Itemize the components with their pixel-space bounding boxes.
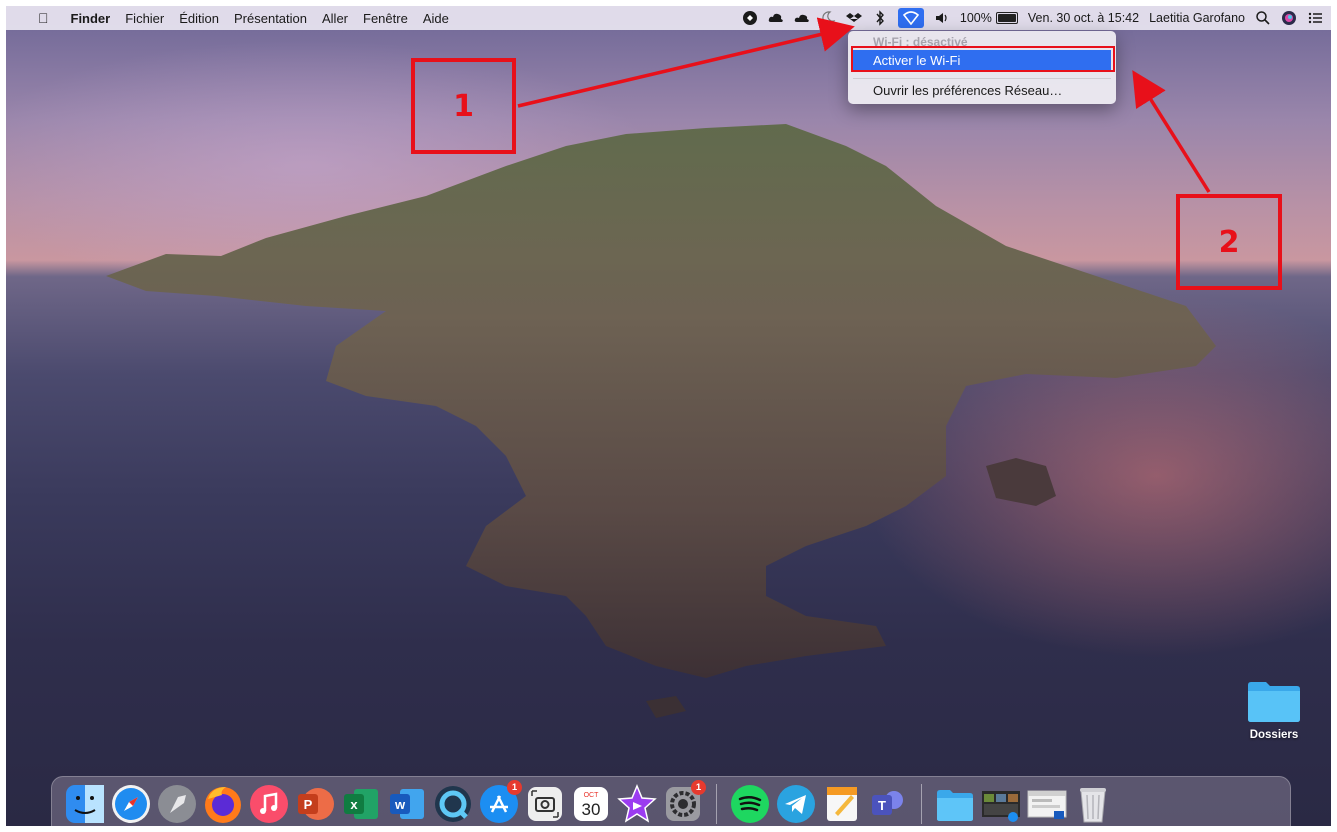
annotation-arrow-2	[1132, 70, 1211, 193]
svg-text:P: P	[304, 797, 313, 812]
downloads-folder-icon[interactable]	[934, 783, 976, 825]
word-icon[interactable]: w	[386, 783, 428, 825]
quicktime-icon[interactable]	[432, 783, 474, 825]
calendar-icon[interactable]: OCT 30	[570, 783, 612, 825]
calendar-day: 30	[582, 800, 601, 819]
safari-icon[interactable]	[110, 783, 152, 825]
system-preferences-badge: 1	[691, 780, 706, 795]
pages-icon[interactable]	[821, 783, 863, 825]
dock-separator-2	[921, 784, 922, 824]
music-icon[interactable]	[248, 783, 290, 825]
appstore-icon[interactable]: 1	[478, 780, 522, 825]
telegram-icon[interactable]	[775, 783, 817, 825]
folder-icon	[1248, 682, 1300, 722]
svg-text:w: w	[394, 797, 406, 812]
trash-icon[interactable]	[1072, 783, 1114, 825]
finder-icon[interactable]	[64, 783, 106, 825]
system-preferences-icon[interactable]: 1	[662, 780, 706, 825]
dock-separator	[716, 784, 717, 824]
desktop:  Finder Fichier Édition Présentation Al…	[6, 6, 1331, 826]
folder-label: Dossiers	[1249, 729, 1299, 741]
svg-text:T: T	[878, 798, 886, 813]
imovie-icon[interactable]	[616, 783, 658, 825]
excel-icon[interactable]: x	[340, 783, 382, 825]
annotation-arrows	[517, 17, 1211, 193]
window-thumb-icon[interactable]	[980, 783, 1022, 825]
appstore-badge: 1	[507, 780, 522, 795]
launchpad-icon[interactable]	[156, 783, 198, 825]
screenshot-icon[interactable]	[524, 783, 566, 825]
firefox-icon[interactable]	[202, 783, 244, 825]
window-thumb-2-icon[interactable]	[1026, 783, 1068, 825]
calendar-month: OCT	[584, 792, 600, 799]
powerpoint-icon[interactable]: P	[294, 783, 336, 825]
dock: P x w 1 OCT 30 1 T	[51, 776, 1291, 826]
annotation-arrow-1	[517, 17, 855, 108]
desktop-folder-dossiers[interactable]: Dossiers	[1244, 679, 1304, 741]
spotify-icon[interactable]	[729, 783, 771, 825]
svg-text:x: x	[350, 797, 358, 812]
teams-icon[interactable]: T	[867, 783, 909, 825]
